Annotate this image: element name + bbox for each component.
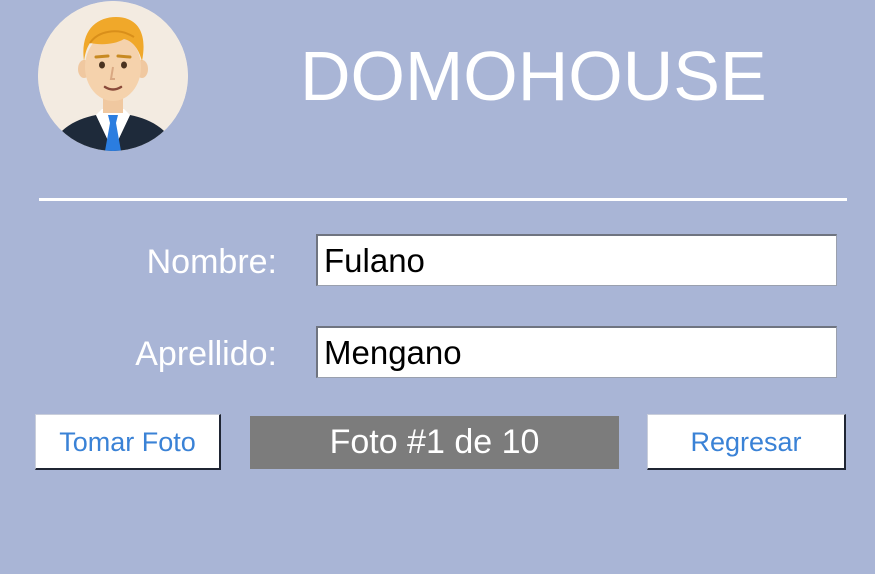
header-divider <box>39 198 847 201</box>
nombre-input[interactable] <box>316 234 837 286</box>
photo-counter-status: Foto #1 de 10 <box>250 416 619 469</box>
back-button[interactable]: Regresar <box>647 414 846 470</box>
domohouse-registration-window: DOMOHOUSE Nombre: Aprellido: Tomar Foto … <box>0 0 875 574</box>
user-avatar-icon <box>38 1 188 151</box>
apellido-input[interactable] <box>316 326 837 378</box>
apellido-label: Aprellido: <box>135 335 277 373</box>
app-title: DOMOHOUSE <box>300 37 767 115</box>
nombre-label: Nombre: <box>146 243 277 281</box>
take-photo-button[interactable]: Tomar Foto <box>35 414 221 470</box>
